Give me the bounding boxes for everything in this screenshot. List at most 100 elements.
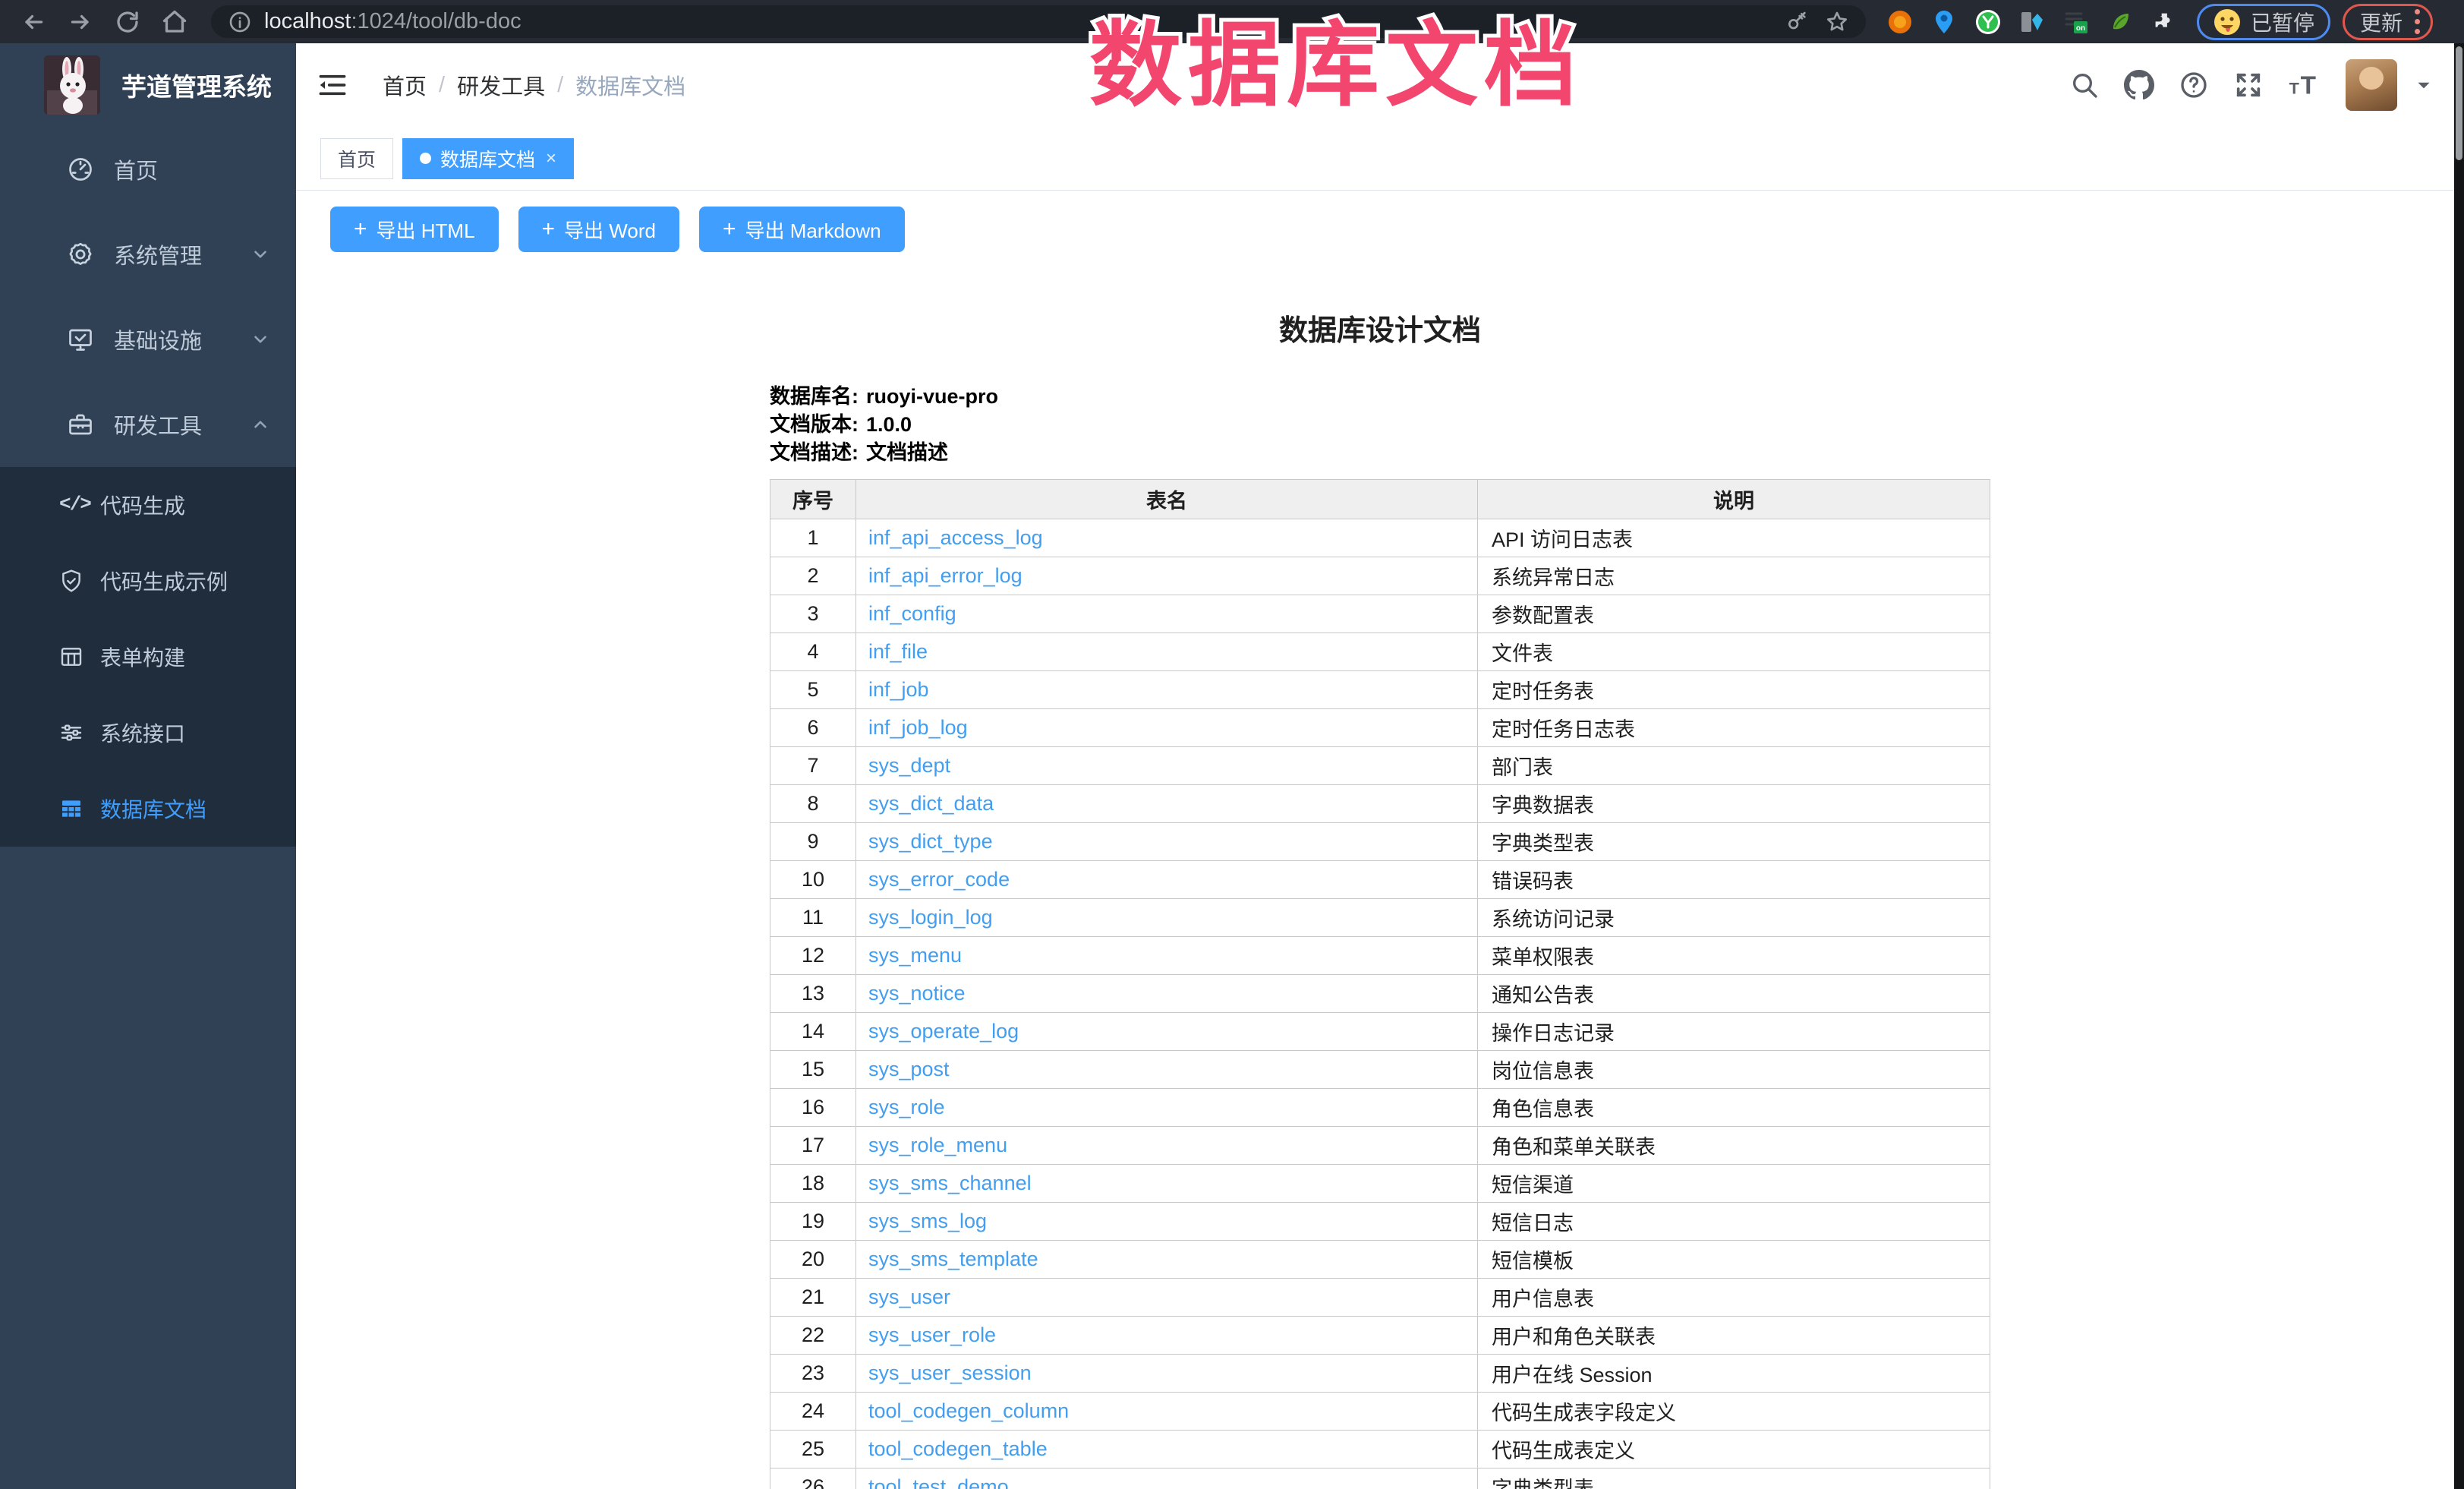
browser-menu-icon[interactable] [2415, 9, 2420, 34]
table-name-link[interactable]: sys_sms_template [868, 1248, 1038, 1270]
app-logo-row[interactable]: 芋道管理系统 [0, 43, 296, 127]
browser-update-button[interactable]: 更新 [2343, 4, 2433, 40]
export-html-button[interactable]: + 导出 HTML [330, 207, 499, 252]
table-name-link[interactable]: sys_error_code [868, 868, 1010, 891]
table-name-link[interactable]: sys_role_menu [868, 1134, 1007, 1156]
plus-icon: + [542, 216, 556, 242]
table-row: 22 sys_user_role 用户和角色关联表 [770, 1317, 1990, 1355]
table-name-link[interactable]: sys_role [868, 1096, 945, 1118]
table-name-link[interactable]: sys_user_session [868, 1361, 1032, 1384]
reload-icon[interactable] [114, 8, 141, 36]
table-name-link[interactable]: sys_dict_type [868, 830, 993, 853]
sidebar-item-system[interactable]: 系统管理 [0, 212, 296, 297]
table-name-link[interactable]: inf_api_access_log [868, 526, 1043, 549]
row-index: 15 [770, 1051, 856, 1089]
table-name-link[interactable]: sys_user [868, 1286, 950, 1308]
forward-icon[interactable] [67, 8, 94, 36]
col-header-desc: 说明 [1478, 480, 1990, 519]
table-row: 10 sys_error_code 错误码表 [770, 861, 1990, 899]
table-name-link[interactable]: tool_codegen_column [868, 1399, 1069, 1422]
row-index: 24 [770, 1393, 856, 1431]
extension-list-on-icon[interactable]: on [2063, 9, 2089, 35]
row-description: 系统访问记录 [1478, 899, 1990, 937]
table-name-link[interactable]: sys_notice [868, 982, 966, 1005]
scrollbar-thumb[interactable] [2456, 46, 2462, 160]
table-row: 24 tool_codegen_column 代码生成表字段定义 [770, 1393, 1990, 1431]
tag-label: 首页 [338, 145, 376, 172]
font-size-icon[interactable]: TT [2288, 70, 2318, 100]
table-row: 3 inf_config 参数配置表 [770, 595, 1990, 633]
export-markdown-button[interactable]: + 导出 Markdown [699, 207, 905, 252]
export-word-button[interactable]: + 导出 Word [518, 207, 679, 252]
extension-pin-icon[interactable] [1931, 9, 1957, 35]
row-index: 26 [770, 1468, 856, 1489]
export-html-label: 导出 HTML [377, 216, 475, 244]
table-name-link[interactable]: sys_operate_log [868, 1020, 1019, 1043]
browser-toolbar: localhost:1024/tool/db-doc on [0, 0, 2464, 43]
sidebar-item-form-builder[interactable]: 表单构建 [0, 619, 296, 695]
row-description: 字典类型表 [1478, 823, 1990, 861]
sidebar-item-label: 基础设施 [114, 323, 202, 355]
sidebar-item-infra[interactable]: 基础设施 [0, 297, 296, 382]
row-description: 字典数据表 [1478, 785, 1990, 823]
github-icon[interactable] [2124, 70, 2154, 100]
table-name-link[interactable]: inf_file [868, 640, 928, 663]
caret-down-icon[interactable] [2414, 75, 2434, 95]
table-name-link[interactable]: tool_test_demo [868, 1475, 1009, 1489]
table-header-row: 序号 表名 说明 [770, 480, 1990, 519]
table-name-link[interactable]: inf_job_log [868, 716, 968, 739]
extension-green-circle-icon[interactable] [1975, 9, 2001, 35]
table-name-link[interactable]: inf_job [868, 678, 929, 701]
row-description: 角色和菜单关联表 [1478, 1127, 1990, 1165]
table-name-link[interactable]: sys_dept [868, 754, 950, 777]
sidebar-item-label: 研发工具 [114, 409, 202, 440]
row-index: 22 [770, 1317, 856, 1355]
sidebar-item-api[interactable]: 系统接口 [0, 695, 296, 771]
document-meta: 数据库名:ruoyi-vue-pro 文档版本:1.0.0 文档描述:文档描述 [770, 383, 1990, 467]
extension-orange-icon[interactable] [1887, 9, 1913, 35]
sidebar-item-codegen[interactable]: </> 代码生成 [0, 467, 296, 543]
table-name-link[interactable]: sys_user_role [868, 1323, 996, 1346]
extension-gem-icon[interactable] [2019, 9, 2045, 35]
extension-leaf-icon[interactable] [2107, 9, 2133, 35]
sidebar-collapse-icon[interactable] [317, 72, 348, 98]
meta-version: 文档版本:1.0.0 [770, 411, 1990, 439]
close-icon[interactable]: × [546, 148, 556, 169]
help-icon[interactable] [2179, 70, 2209, 100]
bookmark-star-icon[interactable] [1825, 10, 1849, 34]
home-icon[interactable] [161, 8, 188, 36]
table-name-link[interactable]: inf_config [868, 602, 956, 625]
tag-db-doc[interactable]: 数据库文档 × [402, 138, 574, 179]
sidebar-item-codegen-example[interactable]: 代码生成示例 [0, 543, 296, 619]
breadcrumb-home[interactable]: 首页 [383, 69, 427, 101]
address-bar[interactable]: localhost:1024/tool/db-doc [211, 5, 1866, 38]
sidebar-item-db-doc[interactable]: 数据库文档 [0, 771, 296, 847]
url-text: localhost:1024/tool/db-doc [264, 9, 521, 34]
table-name-link[interactable]: sys_sms_log [868, 1210, 987, 1232]
sidebar-item-home[interactable]: 首页 [0, 127, 296, 212]
sidebar-item-devtools[interactable]: 研发工具 [0, 382, 296, 467]
table-grid-icon [59, 797, 83, 821]
app-logo-rabbit-image [44, 55, 100, 115]
table-name-link[interactable]: sys_menu [868, 944, 962, 967]
back-icon[interactable] [20, 8, 47, 36]
table-name-link[interactable]: tool_codegen_table [868, 1437, 1048, 1460]
table-name-link[interactable]: sys_sms_channel [868, 1172, 1032, 1194]
user-avatar[interactable] [2346, 59, 2397, 111]
row-index: 21 [770, 1279, 856, 1317]
table-name-link[interactable]: inf_api_error_log [868, 564, 1022, 587]
extension-puzzle-icon[interactable] [2151, 9, 2177, 35]
sliders-icon [59, 721, 83, 745]
scrollbar[interactable] [2454, 43, 2464, 1489]
table-name-link[interactable]: sys_post [868, 1058, 950, 1080]
row-index: 12 [770, 937, 856, 975]
extension-paused-badge[interactable]: 已暂停 [2197, 4, 2330, 40]
fullscreen-icon[interactable] [2233, 70, 2264, 100]
password-key-icon[interactable] [1785, 10, 1810, 34]
plus-icon: + [723, 216, 736, 242]
search-icon[interactable] [2069, 70, 2100, 100]
table-name-link[interactable]: sys_dict_data [868, 792, 994, 815]
tag-home[interactable]: 首页 [320, 138, 393, 179]
table-name-link[interactable]: sys_login_log [868, 906, 993, 929]
site-info-icon[interactable] [228, 10, 252, 34]
